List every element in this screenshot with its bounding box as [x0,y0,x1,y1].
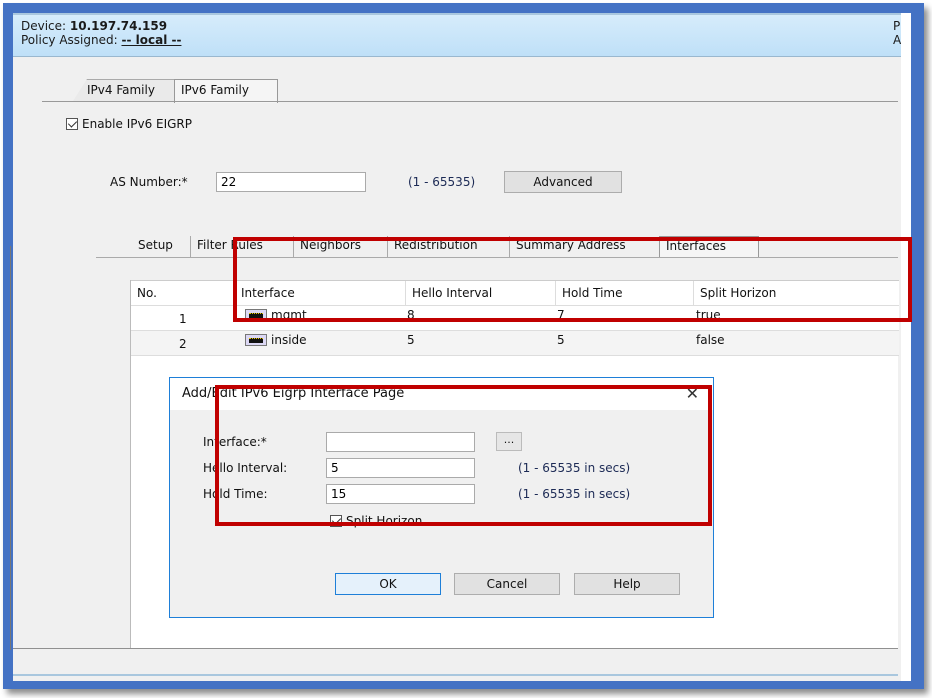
split-horizon-label: Split Horizon [346,513,423,528]
hello-interval-label: Hello Interval: [203,461,288,475]
device-label: Device: [21,19,67,33]
tab-neighbors[interactable]: Neighbors [293,236,367,257]
hello-interval-input[interactable] [326,458,475,478]
cancel-button[interactable]: Cancel [454,573,560,595]
hold-time-label: Hold Time: [203,487,268,501]
close-icon[interactable]: ✕ [686,384,699,403]
device-line: Device: 10.197.74.159 [21,19,167,33]
browse-interface-button[interactable]: ... [496,432,522,451]
checkbox-checked-icon [330,514,342,527]
policy-link[interactable]: -- local -- [121,33,181,47]
as-number-range: (1 - 65535) [408,175,476,189]
tab-divider [42,101,898,102]
tab-interfaces[interactable]: Interfaces [659,236,759,258]
dialog-title-bar: Add/Edit IPv6 Eigrp Interface Page ✕ [170,378,713,410]
policy-line: Policy Assigned: -- local -- [21,33,181,47]
advanced-button[interactable]: Advanced [504,171,622,193]
enable-ipv6-eigrp-label: Enable IPv6 EIGRP [82,116,193,131]
network-port-icon [245,309,267,321]
device-header: Device: 10.197.74.159 Policy Assigned: -… [13,13,901,57]
policy-label: Policy Assigned: [21,33,118,47]
cell-split-horizon: false [696,333,725,347]
as-number-label: AS Number:* [110,175,188,189]
table-row[interactable]: 2 inside 5 5 false [131,331,899,356]
device-value: 10.197.74.159 [69,19,168,33]
interface-name: mgmt [271,308,307,322]
header-right-text-2: A [893,33,901,47]
col-hold-time[interactable]: Hold Time [556,281,694,306]
cell-hello-interval: 8 [407,308,415,322]
cell-no: 1 [179,312,187,326]
status-bar [13,648,898,676]
help-button[interactable]: Help [574,573,680,595]
hold-time-range: (1 - 65535 in secs) [518,487,631,501]
col-split-horizon[interactable]: Split Horizon [694,281,899,306]
cell-no: 2 [179,337,187,351]
split-horizon-checkbox[interactable]: Split Horizon [330,513,422,528]
sub-tab-divider [96,257,898,258]
cell-interface: inside [245,333,307,347]
family-tabs: IPv4 Family IPv6 Family [13,57,901,103]
left-panel-border [10,246,130,650]
network-port-icon [245,334,267,346]
header-right-text-1: P [893,19,901,33]
col-no[interactable]: No. [131,281,235,306]
col-interface[interactable]: Interface [235,281,406,306]
enable-ipv6-eigrp-checkbox[interactable]: Enable IPv6 EIGRP [66,116,192,131]
cell-split-horizon: true [696,308,721,322]
interface-input[interactable] [326,432,475,452]
add-edit-interface-dialog: Add/Edit IPv6 Eigrp Interface Page ✕ Int… [169,377,714,618]
tab-summary-address[interactable]: Summary Address [509,236,632,257]
cell-hold-time: 7 [557,308,565,322]
interface-label: Interface:* [203,435,267,449]
ok-button[interactable]: OK [335,573,441,595]
table-header: No. Interface Hello Interval Hold Time S… [131,280,899,306]
tab-filter-rules[interactable]: Filter Rules [190,236,269,257]
table-row[interactable]: 1 mgmt 8 7 true [131,306,899,331]
as-number-input[interactable] [216,172,366,192]
cell-interface: mgmt [245,308,307,322]
eigrp-sub-tabs: Setup Filter Rules Neighbors Redistribut… [96,236,898,258]
hello-interval-range: (1 - 65535 in secs) [518,461,631,475]
hold-time-input[interactable] [326,484,475,504]
tab-ipv6-family[interactable]: IPv6 Family [174,79,278,103]
cell-hello-interval: 5 [407,333,415,347]
dialog-title: Add/Edit IPv6 Eigrp Interface Page [182,386,405,401]
cell-hold-time: 5 [557,333,565,347]
tab-redistribution[interactable]: Redistribution [387,236,484,257]
col-hello-interval[interactable]: Hello Interval [406,281,556,306]
interface-name: inside [271,333,307,347]
tab-ipv4-family[interactable]: IPv4 Family [73,79,175,101]
tab-setup[interactable]: Setup [132,236,179,257]
checkbox-checked-icon [66,117,78,130]
